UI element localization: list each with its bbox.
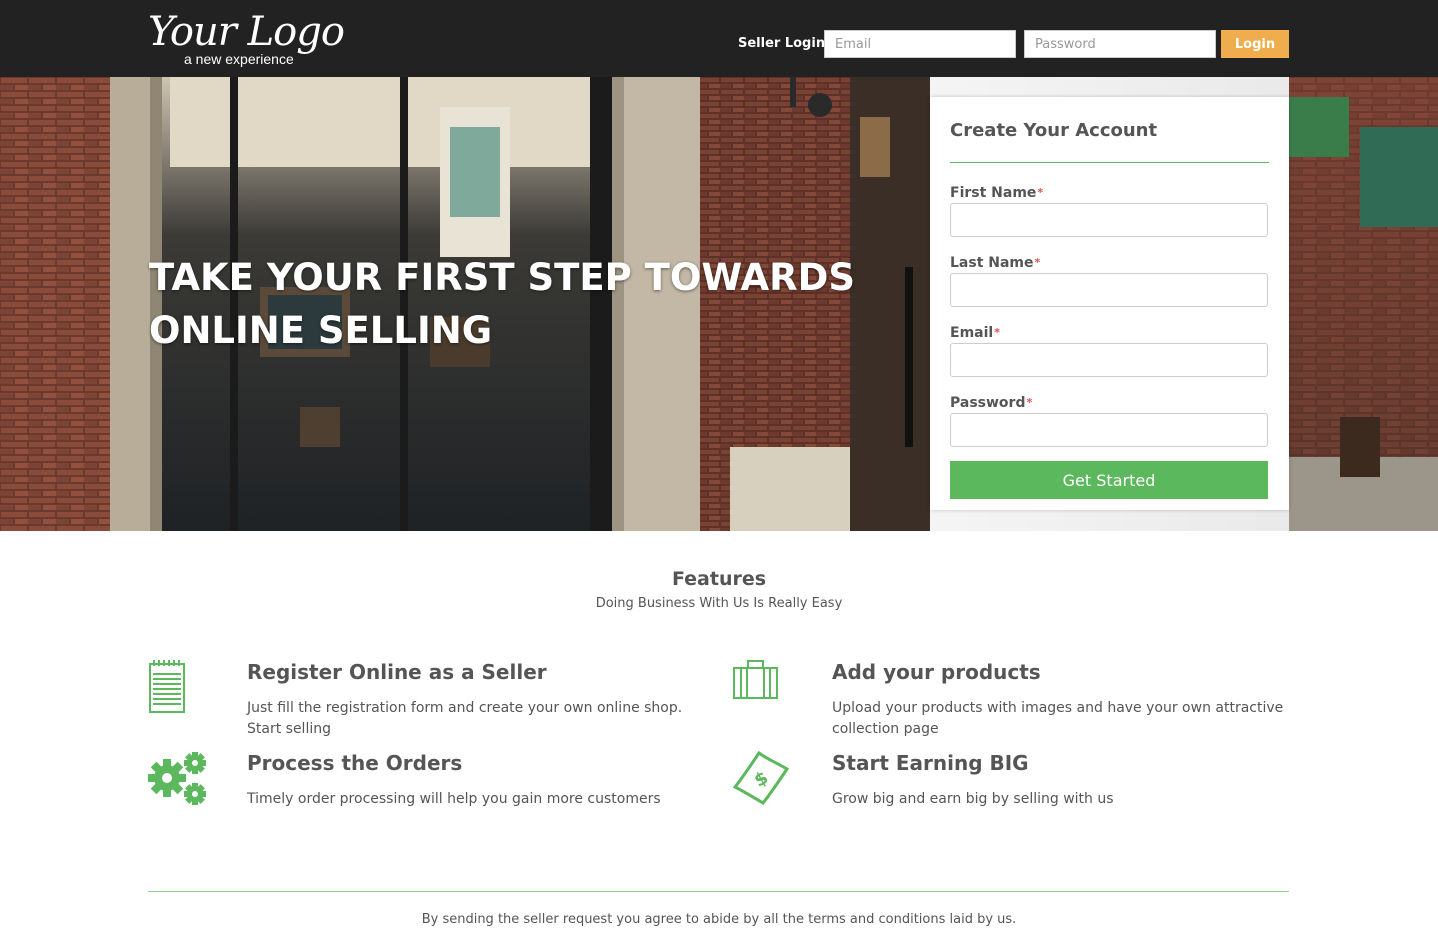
create-account-form: Create Your Account First Name* Last Nam… [930,97,1289,510]
last-name-label-text: Last Name [950,255,1034,271]
last-name-input[interactable] [950,273,1268,307]
feature-text: Just fill the registration form and crea… [247,700,683,737]
last-name-group: Last Name* [950,255,1269,307]
first-name-input[interactable] [950,203,1268,237]
form-title: Create Your Account [950,119,1269,163]
email-group: Email* [950,325,1269,377]
login-password-input[interactable] [1024,30,1216,58]
feature-text: Timely order processing will help you ga… [247,791,661,807]
feature-text: Upload your products with images and hav… [832,700,1284,737]
first-name-group: First Name* [950,185,1269,237]
notepad-icon [149,660,185,713]
email-label: Email* [950,325,1269,342]
feature-text: Grow big and earn big by selling with us [832,791,1114,807]
logo-tagline: a new experience [184,51,294,67]
login-email-input[interactable] [824,30,1016,58]
first-name-label: First Name* [950,185,1269,202]
footer-terms-text: By sending the seller request you agree … [421,912,1017,927]
email-label-text: Email [950,325,994,341]
svg-text:$: $ [751,767,772,791]
hero-headline-line2: ONLINE SELLING [149,309,493,352]
feature-heading: Add your products [832,660,1041,684]
login-button[interactable]: Login [1221,30,1289,58]
password-label: Password* [950,395,1269,412]
money-icon: $ [733,751,790,805]
gears-icon [148,752,206,805]
get-started-button[interactable]: Get Started [950,461,1268,499]
feature-heading: Register Online as a Seller [247,660,547,684]
hero-headline: TAKE YOUR FIRST STEP TOWARDS ONLINE SELL… [149,251,855,357]
required-asterisk: * [994,326,1000,339]
required-asterisk: * [1034,256,1041,269]
feature-heading: Process the Orders [247,751,463,775]
email-input[interactable] [950,343,1268,377]
required-asterisk: * [1026,396,1033,409]
password-label-text: Password [950,395,1026,411]
required-asterisk: * [1037,186,1044,199]
last-name-label: Last Name* [950,255,1269,272]
site-logo[interactable]: Your Logo a new experience [148,6,368,68]
hero-headline-line1: TAKE YOUR FIRST STEP TOWARDS [149,256,855,299]
features-title: Features [671,568,767,590]
password-group: Password* [950,395,1269,447]
footer-divider [148,891,1289,892]
features-subtitle: Doing Business With Us Is Really Easy [595,596,843,611]
top-navbar: Your Logo a new experience Seller Login … [0,0,1438,77]
first-name-label-text: First Name [950,185,1037,201]
suitcase-icon [733,660,778,699]
feature-heading: Start Earning BIG [832,751,1029,775]
password-input[interactable] [950,413,1268,447]
seller-login-label: Seller Login [738,36,826,51]
